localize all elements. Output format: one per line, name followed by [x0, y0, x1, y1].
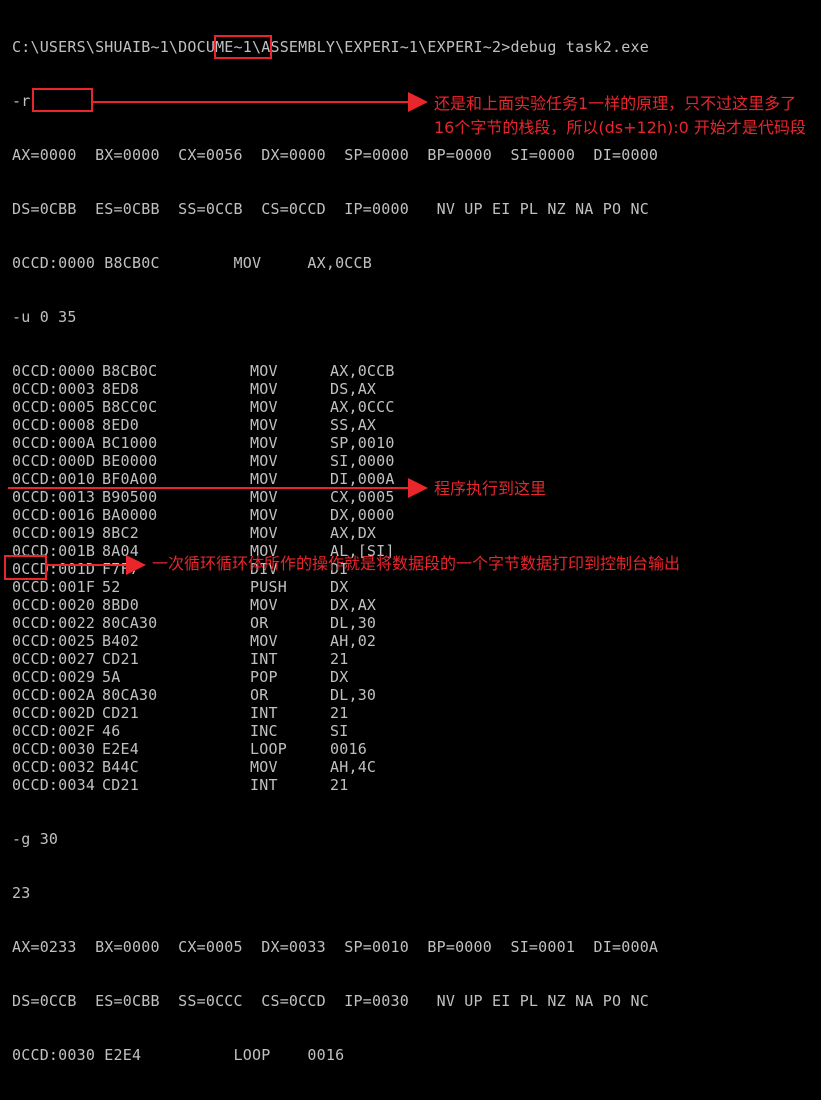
mnemonic: INT — [250, 776, 278, 794]
machine-code: 46 — [102, 722, 121, 740]
operands: 0016 — [330, 740, 367, 758]
console-window[interactable]: C:\USERS\SHUAIB~1\DOCUME~1\ASSEMBLY\EXPE… — [0, 0, 821, 1064]
disassembly-row: 0CCD:0027 CD21 INT 21 — [12, 650, 658, 668]
machine-code: 5A — [102, 668, 121, 686]
operands: DX — [330, 668, 349, 686]
address: 0CCD:0032 — [12, 758, 96, 776]
operands: AH,4C — [330, 758, 377, 776]
address: 0CCD:002A — [12, 686, 96, 704]
console-line: AX=0233 BX=0000 CX=0005 DX=0033 SP=0010 … — [12, 938, 659, 956]
disassembly-row: 0CCD:0029 5A POP DX — [12, 668, 658, 686]
machine-code: 80CA30 — [102, 686, 158, 704]
annotation-execution-point: 程序执行到这里 — [434, 479, 547, 498]
operands: DL,30 — [330, 686, 377, 704]
console-line: DS=0CCB ES=0CBB SS=0CCC CS=0CCD IP=0030 … — [12, 992, 649, 1010]
console-line: 23 — [12, 884, 31, 902]
address: 0CCD:0030 — [12, 740, 96, 758]
address: 0CCD:002F — [12, 722, 96, 740]
machine-code: CD21 — [102, 704, 139, 722]
operands: 21 — [330, 704, 349, 722]
disassembly-row: 0CCD:002F 46 INC SI — [12, 722, 658, 740]
mnemonic: INT — [250, 650, 278, 668]
address: 0CCD:0034 — [12, 776, 96, 794]
machine-code: E2E4 — [102, 740, 139, 758]
annotation-stack-note: 还是和上面实验任务1一样的原理，只不过这里多了16个字节的栈段，所以(ds+12… — [434, 94, 806, 137]
disassembly-row: 0CCD:0032 B44C MOV AH,4C — [12, 758, 658, 776]
mnemonic: LOOP — [250, 740, 287, 758]
machine-code: CD21 — [102, 776, 139, 794]
address: 0CCD:0029 — [12, 668, 96, 686]
console-line: 0CCD:0030 E2E4 LOOP 0016 — [12, 1046, 345, 1064]
disassembly-row: 0CCD:002A 80CA30 OR DL,30 — [12, 686, 658, 704]
operands: 21 — [330, 776, 349, 794]
operands: SI — [330, 722, 349, 740]
disassembly-row: 0CCD:002D CD21 INT 21 — [12, 704, 658, 722]
machine-code: CD21 — [102, 650, 139, 668]
annotation-loop-note: 一次循环循环体所作的操作就是将数据段的一个字节数据打印到控制台输出 — [152, 554, 681, 573]
console-line: -g 30 — [12, 830, 59, 848]
machine-code: B44C — [102, 758, 139, 776]
disassembly-row: 0CCD:0034 CD21 INT 21 — [12, 776, 658, 794]
mnemonic: OR — [250, 686, 269, 704]
operands: 21 — [330, 650, 349, 668]
mnemonic: MOV — [250, 758, 278, 776]
address: 0CCD:002D — [12, 704, 96, 722]
mnemonic: INC — [250, 722, 278, 740]
disassembly-row: 0CCD:0030 E2E4 LOOP 0016 — [12, 740, 658, 758]
mnemonic: INT — [250, 704, 278, 722]
address: 0CCD:0027 — [12, 650, 96, 668]
mnemonic: POP — [250, 668, 278, 686]
